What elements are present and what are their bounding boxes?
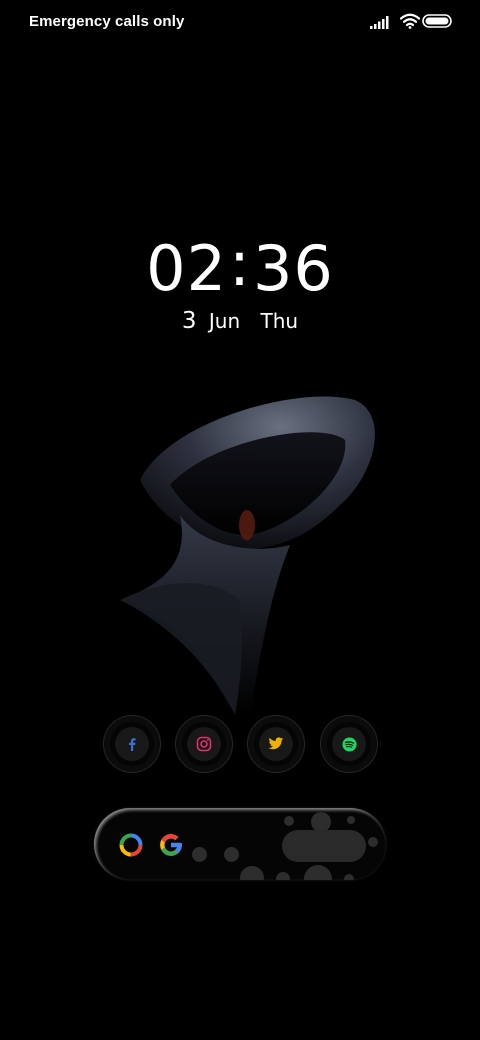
google-icon[interactable] bbox=[158, 832, 184, 858]
decorative-bubble bbox=[240, 866, 264, 880]
decorative-pill bbox=[282, 830, 366, 862]
wallpaper-calla-lily bbox=[120, 396, 375, 715]
google-search-widget[interactable] bbox=[94, 808, 386, 880]
spotify-icon bbox=[341, 736, 357, 752]
google-lens-icon[interactable] bbox=[118, 832, 144, 858]
battery-icon bbox=[422, 14, 452, 28]
clock-minutes: 36 bbox=[252, 232, 334, 305]
shortcut-twitter[interactable] bbox=[247, 715, 305, 773]
decorative-bubble bbox=[347, 816, 355, 824]
decorative-bubble bbox=[304, 865, 332, 880]
shortcut-facebook[interactable] bbox=[103, 715, 161, 773]
instagram-icon bbox=[196, 736, 212, 752]
lockscreen-clock: 02:36 bbox=[0, 227, 480, 305]
twitter-icon bbox=[268, 737, 284, 750]
date-day: 3 bbox=[181, 308, 197, 334]
status-bar: Emergency calls only bbox=[0, 0, 480, 44]
decorative-bubble bbox=[192, 847, 207, 862]
app-shortcuts bbox=[0, 715, 480, 775]
shortcut-spotify[interactable] bbox=[320, 715, 378, 773]
date-weekday: Thu bbox=[260, 309, 299, 333]
decorative-bubble bbox=[368, 837, 378, 847]
decorative-bubble bbox=[276, 872, 290, 880]
clock-separator: : bbox=[229, 227, 251, 300]
decorative-bubble bbox=[344, 874, 354, 880]
decorative-bubble bbox=[311, 812, 331, 832]
clock-hours: 02 bbox=[146, 232, 228, 305]
shortcut-instagram[interactable] bbox=[175, 715, 233, 773]
date-month: Jun bbox=[208, 309, 241, 333]
lockscreen-date: 3 Jun Thu bbox=[0, 308, 480, 334]
signal-icon bbox=[370, 16, 389, 29]
carrier-text: Emergency calls only bbox=[29, 13, 185, 30]
decorative-bubble bbox=[284, 816, 294, 826]
decorative-bubble bbox=[224, 847, 239, 862]
wifi-icon bbox=[400, 13, 420, 29]
facebook-icon bbox=[129, 738, 136, 751]
